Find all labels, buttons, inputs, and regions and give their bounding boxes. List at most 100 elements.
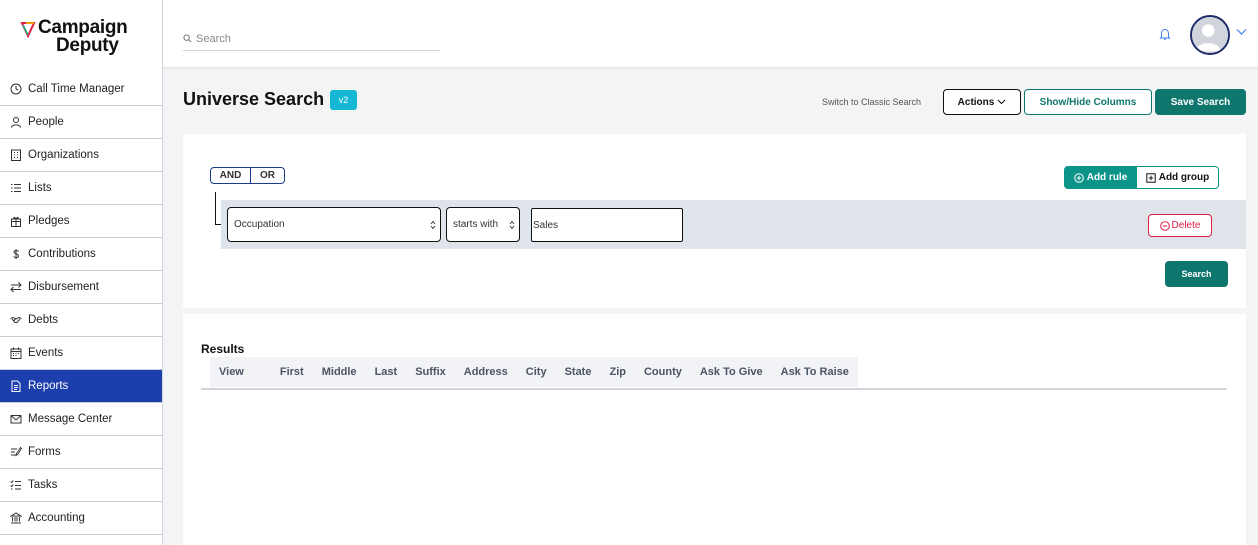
column-header-ask-to-give[interactable]: Ask To Give [691, 366, 772, 378]
sidebar: Campaign Deputy Call Time Manager People… [0, 0, 163, 545]
or-toggle[interactable]: OR [251, 167, 285, 184]
sidebar-item-label: Forms [28, 446, 61, 458]
select-arrows-icon [509, 220, 515, 230]
add-group-label: Add group [1158, 172, 1210, 183]
handshake-icon [10, 314, 22, 326]
actions-label: Actions [957, 96, 995, 108]
column-header-county[interactable]: County [635, 366, 691, 378]
and-toggle[interactable]: AND [210, 167, 251, 184]
sidebar-item-label: Organizations [28, 149, 99, 161]
column-header-ask-to-raise[interactable]: Ask To Raise [772, 366, 858, 378]
rule-operator-value: starts with [453, 219, 499, 230]
document-icon [10, 380, 22, 392]
column-header-city[interactable]: City [517, 366, 556, 378]
plus-circle-icon [1073, 172, 1084, 183]
sidebar-item-label: Events [28, 347, 64, 359]
sidebar-item-accounting[interactable]: Accounting [0, 502, 162, 535]
sidebar-item-tasks[interactable]: Tasks [0, 469, 162, 502]
sidebar-item-reports[interactable]: Reports [0, 370, 162, 403]
query-builder-panel: AND OR Add rule Add group Occupation sta… [183, 134, 1246, 308]
rule-field-select[interactable]: Occupation [227, 207, 441, 242]
sidebar-item-pledges[interactable]: Pledges [0, 205, 162, 238]
bank-icon [10, 512, 22, 524]
results-panel: Results View First Middle Last Suffix Ad… [183, 314, 1246, 545]
sidebar-item-forms[interactable]: Forms [0, 436, 162, 469]
chevron-down-icon [997, 99, 1006, 105]
person-icon [10, 116, 22, 128]
brand-logo[interactable]: Campaign Deputy [0, 0, 162, 73]
sidebar-item-label: Reports [28, 380, 69, 392]
sidebar-item-label: Tasks [28, 479, 58, 491]
results-table-header: View First Middle Last Suffix Address Ci… [210, 357, 858, 387]
sidebar-item-call-time-manager[interactable]: Call Time Manager [0, 73, 162, 106]
search-button[interactable]: Search [1165, 261, 1228, 287]
sidebar-item-events[interactable]: Events [0, 337, 162, 370]
column-header-suffix[interactable]: Suffix [406, 366, 455, 378]
sidebar-item-label: People [28, 116, 64, 128]
column-header-first[interactable]: First [271, 366, 313, 378]
and-or-toggle: AND OR [210, 167, 285, 184]
sidebar-item-label: Pledges [28, 215, 70, 227]
sidebar-item-debts[interactable]: Debts [0, 304, 162, 337]
chevron-down-icon[interactable] [1236, 28, 1247, 36]
bell-icon[interactable] [1158, 27, 1172, 41]
sidebar-item-label: Disbursement [28, 281, 99, 293]
add-group-button[interactable]: Add group [1136, 166, 1219, 189]
column-header-address[interactable]: Address [455, 366, 517, 378]
select-arrows-icon [430, 220, 436, 230]
sidebar-item-label: Lists [28, 182, 52, 194]
logo-mark-icon [20, 20, 36, 39]
page-title: Universe Search [183, 89, 325, 109]
rule-value-input[interactable] [531, 208, 683, 242]
sidebar-item-lists[interactable]: Lists [0, 172, 162, 205]
show-hide-columns-button[interactable]: Show/Hide Columns [1024, 89, 1152, 115]
checklist-icon [10, 479, 22, 491]
save-search-button[interactable]: Save Search [1155, 89, 1246, 115]
sidebar-item-organizations[interactable]: Organizations [0, 139, 162, 172]
add-rule-button[interactable]: Add rule [1064, 166, 1137, 189]
sidebar-item-label: Accounting [28, 512, 85, 524]
column-header-view[interactable]: View [210, 366, 271, 378]
switch-classic-search-link[interactable]: Switch to Classic Search [822, 97, 921, 107]
calendar-icon [10, 347, 22, 359]
version-badge: v2 [330, 90, 357, 110]
sidebar-item-label: Debts [28, 314, 59, 326]
top-bar [163, 0, 1258, 68]
column-header-middle[interactable]: Middle [313, 366, 366, 378]
search-icon [183, 34, 192, 43]
sidebar-item-label: Call Time Manager [28, 83, 125, 95]
delete-rule-button[interactable]: Delete [1148, 214, 1212, 237]
brand-line-2: Deputy [56, 34, 119, 56]
column-header-last[interactable]: Last [366, 366, 407, 378]
sidebar-item-people[interactable]: People [0, 106, 162, 139]
building-icon [10, 149, 22, 161]
sidebar-item-message-center[interactable]: Message Center [0, 403, 162, 436]
swap-icon [10, 281, 22, 293]
gift-icon [10, 215, 22, 227]
user-silhouette-icon [1192, 17, 1228, 53]
brand-name: Campaign Deputy [38, 18, 128, 56]
dollar-icon [10, 248, 22, 260]
delete-label: Delete [1171, 220, 1201, 231]
sidebar-nav: Call Time Manager People Organizations L… [0, 73, 162, 535]
sidebar-item-label: Message Center [28, 413, 113, 425]
table-header-divider [201, 388, 1227, 390]
add-rule-label: Add rule [1086, 172, 1128, 183]
actions-button[interactable]: Actions [943, 89, 1021, 115]
query-rule-row: Occupation starts with Delete [221, 200, 1246, 249]
list-icon [10, 182, 22, 194]
sidebar-item-contributions[interactable]: Contributions [0, 238, 162, 271]
rule-field-value: Occupation [234, 219, 285, 230]
minus-circle-icon [1159, 220, 1170, 231]
envelope-icon [10, 413, 22, 425]
results-title: Results [201, 342, 245, 356]
search-input[interactable] [196, 32, 426, 45]
plus-square-icon [1146, 172, 1156, 183]
form-icon [10, 446, 22, 458]
global-search[interactable] [183, 27, 440, 51]
avatar[interactable] [1190, 15, 1230, 55]
column-header-zip[interactable]: Zip [600, 366, 635, 378]
sidebar-item-disbursement[interactable]: Disbursement [0, 271, 162, 304]
column-header-state[interactable]: State [556, 366, 601, 378]
rule-operator-select[interactable]: starts with [446, 207, 520, 242]
